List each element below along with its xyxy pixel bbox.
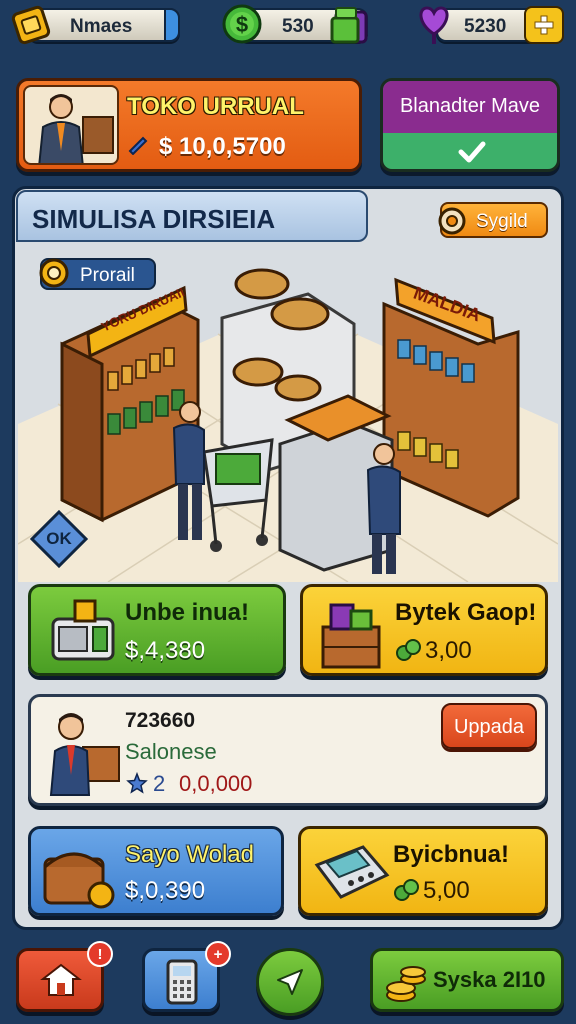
calculator-icon xyxy=(311,835,391,913)
cash-register-icon xyxy=(45,597,121,667)
businessman-avatar xyxy=(38,94,114,163)
staff-portrait xyxy=(39,705,123,797)
settings-button[interactable]: Sygild xyxy=(438,202,548,238)
upgrade-button[interactable]: Uppada xyxy=(441,703,537,749)
name-label: Nmaes xyxy=(70,16,133,37)
home-badge: ! xyxy=(87,941,113,967)
coin-stack-icon xyxy=(383,959,429,1005)
settings-label: Sygild xyxy=(476,211,528,232)
pen-icon xyxy=(127,131,151,155)
unbe-inua-tile[interactable]: Unbe inua! $,4,380 xyxy=(28,584,286,676)
calculator-badge: + xyxy=(205,941,231,967)
tile4-title: Byicbnua! xyxy=(393,841,510,868)
cash-stack-icon[interactable] xyxy=(328,4,372,48)
ok-label: OK xyxy=(46,529,72,548)
staff-number: 723660 xyxy=(125,709,196,732)
staff-name: Salonese xyxy=(125,739,217,764)
home-icon xyxy=(39,961,83,1001)
coins-icon xyxy=(395,637,421,663)
name-bar-cap xyxy=(164,8,180,42)
store-scene: YORU DIRUAII MALDIA xyxy=(18,244,558,582)
navigate-button[interactable] xyxy=(256,948,324,1016)
treasure-chest-icon xyxy=(39,837,117,911)
store-title: TOKO URRUAL xyxy=(127,93,304,120)
tile3-title: Sayo Wolad xyxy=(125,841,254,868)
byicbnua-tile[interactable]: Byicbnua! 5,00 xyxy=(298,826,548,916)
bytek-gaop-tile[interactable]: Bytek Gaop! 3,00 xyxy=(300,584,548,676)
staff-money: 0,0,000 xyxy=(179,771,253,796)
sayo-wolad-tile[interactable]: Sayo Wolad $,0,390 xyxy=(28,826,284,916)
tile3-value: $,0,390 xyxy=(125,877,206,904)
store-money: $ 10,0,5700 xyxy=(159,133,286,160)
blanadter-mave-card[interactable]: Blanadter Mave xyxy=(380,78,560,172)
calculator-button[interactable]: + xyxy=(142,941,231,1012)
scene-title-banner: SIMULISA DIRSIEIA xyxy=(16,190,368,242)
staff-card[interactable]: 723660 Salonese 2 0,0,000 Uppada xyxy=(28,694,548,806)
scene-title: SIMULISA DIRSIEIA xyxy=(32,204,276,234)
cash-value: 530 xyxy=(282,16,314,37)
tile2-title: Bytek Gaop! xyxy=(395,599,537,626)
store-card[interactable]: TOKO URRUAL $ 10,0,5700 xyxy=(16,78,362,172)
tile2-value: 3,00 xyxy=(425,637,472,664)
action-card-title: Blanadter Mave xyxy=(399,95,541,117)
tile1-title: Unbe inua! xyxy=(125,599,249,626)
store-floor-illustration xyxy=(18,268,558,582)
staff-avatar xyxy=(49,713,120,796)
staff-level: 2 xyxy=(153,771,166,796)
tile4-value: 5,00 xyxy=(423,877,470,904)
arrow-icon xyxy=(277,969,303,995)
star-icon xyxy=(125,771,149,795)
gems-value: 5230 xyxy=(464,16,507,37)
owner-portrait xyxy=(23,85,119,165)
goods-crate-icon xyxy=(315,593,385,671)
dollar-coin-icon: $ xyxy=(220,2,264,46)
coins-shop-label: Syska 2I10 xyxy=(433,967,546,992)
phone-icon xyxy=(165,959,199,1005)
coins-icon xyxy=(393,877,419,903)
add-gems-button[interactable] xyxy=(524,6,564,44)
search-icon xyxy=(38,256,72,294)
checkmark-icon xyxy=(457,137,487,167)
tile1-value: $,4,380 xyxy=(125,637,206,664)
heart-gem-icon xyxy=(412,0,456,46)
home-button[interactable]: ! xyxy=(16,941,113,1012)
svg-text:$: $ xyxy=(236,12,248,37)
profile-tag[interactable]: Prorail xyxy=(39,258,156,290)
gear-icon xyxy=(436,202,468,240)
profile-label: Prorail xyxy=(80,265,135,286)
upgrade-label: Uppada xyxy=(453,716,525,738)
ok-button[interactable]: OK xyxy=(30,510,88,568)
ticket-icon xyxy=(10,4,52,46)
coins-shop-button[interactable]: Syska 2I10 xyxy=(370,948,564,1012)
